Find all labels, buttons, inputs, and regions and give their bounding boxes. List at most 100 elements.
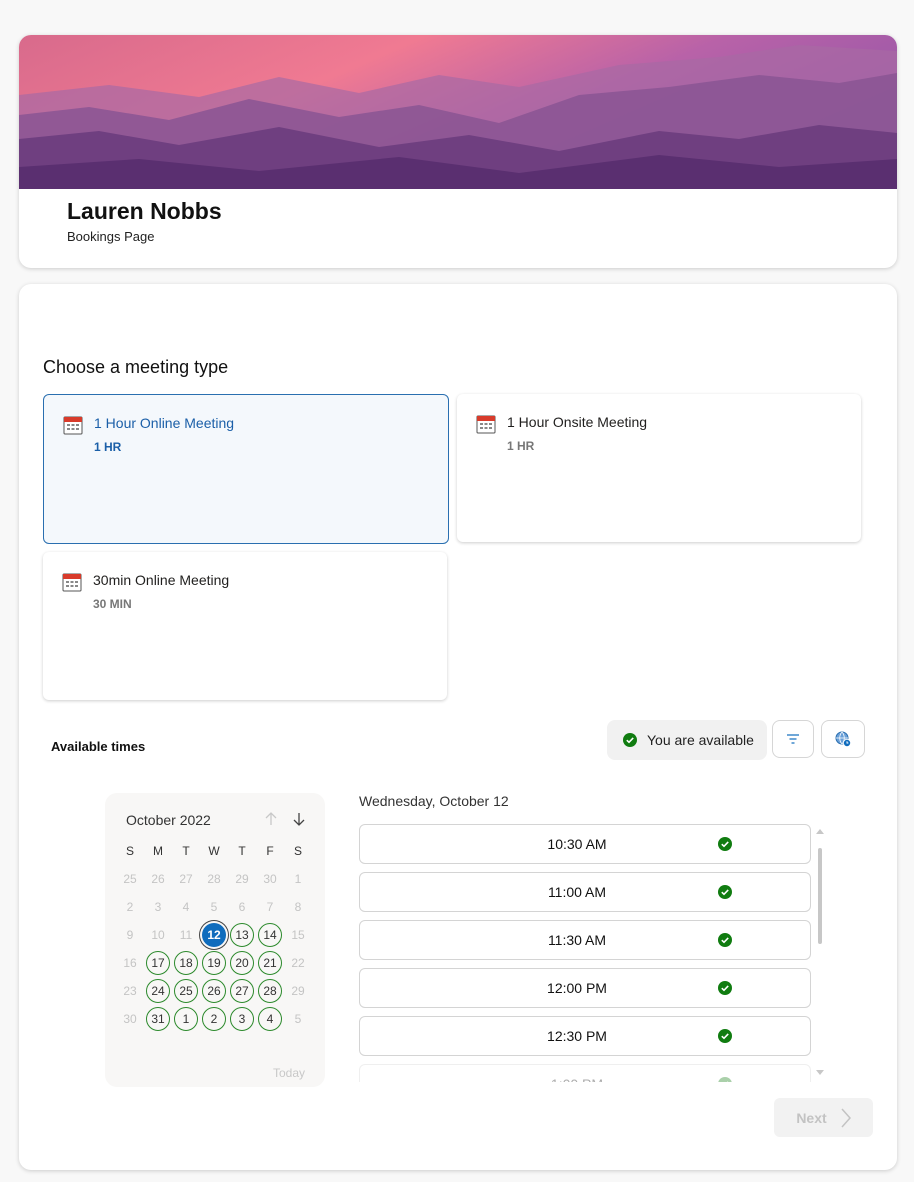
meeting-type-duration: 1 HR <box>507 439 535 453</box>
checkmark-circle-icon <box>718 1077 732 1082</box>
calendar-day: 2 <box>126 900 134 914</box>
time-slot[interactable]: 12:00 PM <box>359 968 811 1008</box>
calendar-day: 3 <box>154 900 162 914</box>
calendar-day: 23 <box>123 984 137 998</box>
filter-icon <box>787 734 799 744</box>
calendar-day: 28 <box>207 872 221 886</box>
calendar-day: 11 <box>179 928 193 942</box>
calendar-day-available[interactable]: 20 <box>230 951 254 975</box>
calendar-day: 30 <box>263 872 277 886</box>
meeting-type-name: 1 Hour Online Meeting <box>94 415 235 431</box>
owner-name: Lauren Nobbs <box>67 198 222 224</box>
banner-image <box>19 35 897 189</box>
calendar-day-available[interactable]: 14 <box>258 923 282 947</box>
calendar-day-available[interactable]: 19 <box>202 951 226 975</box>
checkmark-circle-icon <box>718 981 732 995</box>
calendar-day: 6 <box>238 900 246 914</box>
calendar-day-available[interactable]: 18 <box>174 951 198 975</box>
scroll-up-icon[interactable] <box>816 828 824 834</box>
calendar-day: 8 <box>294 900 302 914</box>
meeting-type-name: 30min Online Meeting <box>93 572 230 588</box>
calendar-day-available[interactable]: 17 <box>146 951 170 975</box>
checkmark-circle-icon <box>718 885 732 899</box>
calendar-day-available[interactable]: 1 <box>174 1007 198 1031</box>
weekday-header: T <box>238 844 246 858</box>
weekday-header: M <box>153 844 163 858</box>
weekday-header: W <box>208 844 220 858</box>
calendar-day: 22 <box>291 956 305 970</box>
availability-status: You are available <box>607 720 767 760</box>
next-button-label: Next <box>796 1109 827 1126</box>
calendar-day: 26 <box>151 872 165 886</box>
calendar-day-available[interactable]: 26 <box>202 979 226 1003</box>
section-title: Choose a meeting type <box>43 357 229 377</box>
filter-button[interactable] <box>772 720 814 758</box>
arrow-down-icon[interactable] <box>290 810 308 828</box>
meeting-type-duration: 30 MIN <box>93 597 132 611</box>
selected-date-heading: Wednesday, October 12 <box>359 793 509 809</box>
calendar-day: 29 <box>235 872 249 886</box>
calendar-day: 10 <box>151 928 165 942</box>
globe-clock-icon <box>835 731 851 747</box>
calendar-icon <box>476 415 496 434</box>
calendar-day: 16 <box>123 956 137 970</box>
calendar-icon <box>63 416 83 435</box>
calendar-day-available[interactable]: 27 <box>230 979 254 1003</box>
time-slot[interactable]: 11:00 AM <box>359 872 811 912</box>
calendar-day-available[interactable]: 25 <box>174 979 198 1003</box>
today-button[interactable]: Today <box>273 1066 305 1080</box>
calendar-day: 1 <box>294 872 302 886</box>
checkmark-circle-icon <box>718 1029 732 1043</box>
header-card: Lauren Nobbs Bookings Page <box>19 35 897 268</box>
available-times-label: Available times <box>51 739 146 754</box>
scrollbar-thumb[interactable] <box>818 848 822 944</box>
next-button[interactable]: Next <box>774 1098 873 1137</box>
weekday-header: S <box>293 844 302 858</box>
checkmark-circle-icon <box>718 837 732 851</box>
calendar-day-available[interactable]: 3 <box>230 1007 254 1031</box>
calendar-day-available[interactable]: 21 <box>258 951 282 975</box>
calendar-day: 30 <box>123 1012 137 1026</box>
calendar-day-available[interactable]: 28 <box>258 979 282 1003</box>
weekday-header: S <box>125 844 134 858</box>
page-subtitle: Bookings Page <box>67 229 155 244</box>
time-slot[interactable]: 10:30 AM <box>359 824 811 864</box>
calendar-day: 4 <box>182 900 190 914</box>
arrow-up-icon[interactable] <box>262 810 280 828</box>
checkmark-circle-icon <box>623 733 637 747</box>
meeting-type-card[interactable]: 1 Hour Onsite Meeting 1 HR <box>457 394 861 542</box>
calendar-day: 27 <box>179 872 193 886</box>
calendar-day: 15 <box>291 928 305 942</box>
calendar-month-label: October 2022 <box>126 812 211 828</box>
weekday-header: F <box>266 844 274 858</box>
calendar-day: 7 <box>266 900 274 914</box>
timezone-button[interactable] <box>821 720 865 758</box>
calendar-day: 5 <box>210 900 218 914</box>
time-slot[interactable]: 11:30 AM <box>359 920 811 960</box>
calendar-day-available[interactable]: 2 <box>202 1007 226 1031</box>
meeting-type-card[interactable]: 30min Online Meeting 30 MIN <box>43 552 447 700</box>
calendar-icon <box>62 573 82 592</box>
calendar-day-available[interactable]: 31 <box>146 1007 170 1031</box>
booking-card: Choose a meeting type 1 Hour Online Meet… <box>19 284 897 1170</box>
calendar-day: 5 <box>294 1012 302 1026</box>
date-picker: October 2022 S M T W T F S 25 26 27 28 29 30 1 2 3 4 5 6 7 8… <box>105 793 325 1087</box>
calendar-day-available[interactable]: 13 <box>230 923 254 947</box>
time-slot[interactable]: 1:00 PM <box>359 1064 811 1082</box>
checkmark-circle-icon <box>718 933 732 947</box>
meeting-type-name: 1 Hour Onsite Meeting <box>507 414 648 430</box>
calendar-day-available[interactable]: 4 <box>258 1007 282 1031</box>
calendar-day: 25 <box>123 872 137 886</box>
chevron-right-icon <box>841 1108 851 1127</box>
availability-status-text: You are available <box>647 732 754 748</box>
time-slot[interactable]: 12:30 PM <box>359 1016 811 1056</box>
meeting-type-duration: 1 HR <box>94 440 122 454</box>
weekday-header: T <box>182 844 190 858</box>
calendar-day-selected[interactable]: 12 <box>202 923 226 947</box>
meeting-type-card[interactable]: 1 Hour Online Meeting 1 HR <box>43 394 449 544</box>
time-slot-list: 10:30 AM 11:00 AM 11:30 AM 12:00 PM 12:30 PM… <box>359 824 811 1082</box>
calendar-day: 9 <box>126 928 134 942</box>
calendar-day-available[interactable]: 24 <box>146 979 170 1003</box>
calendar-day: 29 <box>291 984 305 998</box>
scroll-down-icon[interactable] <box>816 1070 824 1076</box>
